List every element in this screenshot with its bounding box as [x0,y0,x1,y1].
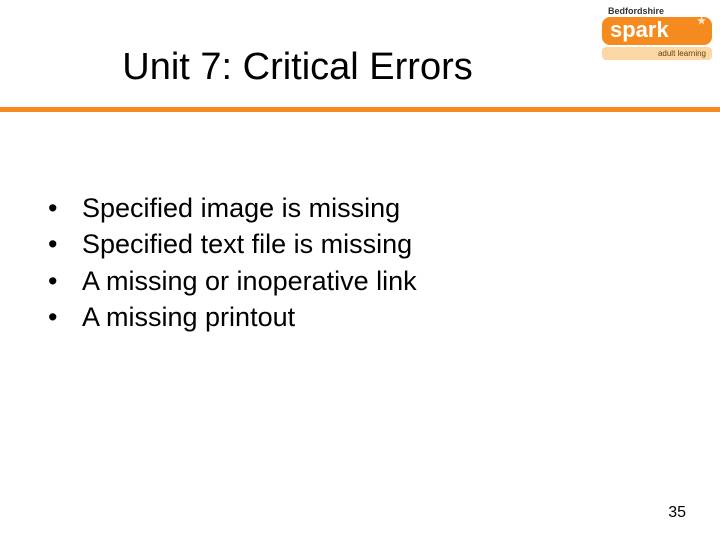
list-item: • Specified image is missing [48,190,672,226]
logo-brand: spark ★ [602,17,712,45]
star-icon: ★ [697,17,706,27]
bullet-list: • Specified image is missing • Specified… [48,190,672,336]
list-item: • Specified text file is missing [48,226,672,262]
header: Unit 7: Critical Errors Bedfordshire spa… [0,0,720,115]
bullet-text: A missing printout [82,299,295,335]
bullet-text: Specified image is missing [82,190,400,226]
divider [0,107,720,112]
bullet-text: A missing or inoperative link [82,263,417,299]
logo-brand-text: spark [610,17,669,42]
bullet-icon: • [48,263,82,299]
page-title: Unit 7: Critical Errors [0,46,595,89]
list-item: • A missing printout [48,299,672,335]
logo-bottom-text: adult learning [602,47,712,60]
list-item: • A missing or inoperative link [48,263,672,299]
bullet-text: Specified text file is missing [82,226,412,262]
bullet-icon: • [48,226,82,262]
bullet-icon: • [48,190,82,226]
logo-top-text: Bedfordshire [602,6,712,16]
page-number: 35 [668,504,686,522]
bullet-icon: • [48,299,82,335]
brand-logo: Bedfordshire spark ★ adult learning [602,6,712,60]
